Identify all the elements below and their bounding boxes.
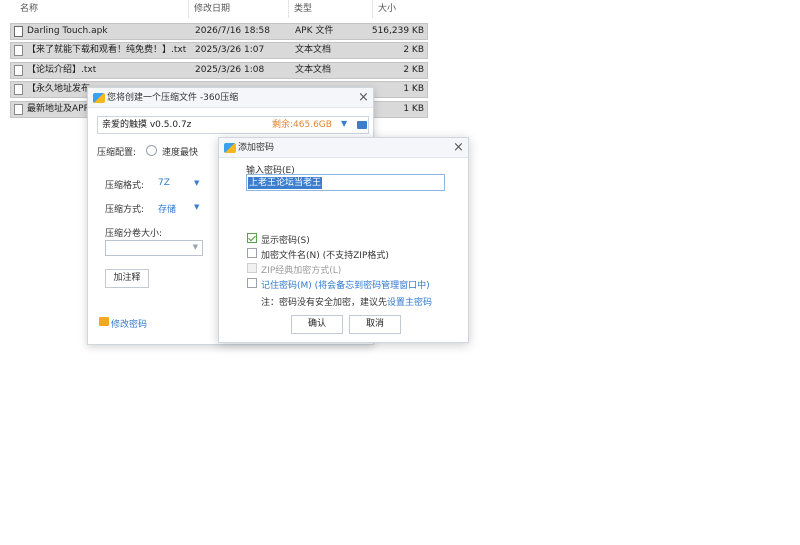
zip-classic-checkbox (247, 263, 257, 273)
cancel-button[interactable]: 取消 (349, 315, 401, 334)
config-label: 压缩配置: (97, 148, 137, 158)
column-separator (188, 0, 189, 18)
encrypt-filenames-checkbox[interactable] (247, 248, 257, 258)
file-type: 文本文档 (295, 65, 332, 75)
speed-fastest-label: 速度最快 (162, 148, 199, 158)
archive-filename: 亲爱的触摸 v0.5.0.7z (102, 120, 192, 130)
column-header-name[interactable]: 名称 (20, 0, 38, 18)
volume-size-select[interactable]: ▼ (105, 240, 203, 256)
remember-password-label: 记住密码(M) (将会备忘到密码管理窗口中) (261, 281, 430, 291)
free-space-label: 剩余:465.6GB (272, 120, 332, 130)
file-size: 2 KB (403, 65, 424, 75)
file-date: 2026/7/16 18:58 (195, 26, 270, 36)
file-name: 【来了就能下载和观看！纯免费！】.txt (27, 45, 187, 55)
sort-arrow-icon: ^ (98, 0, 105, 5)
add-password-dialog: 添加密码 × 输入密码(E) 上老王论坛当老王 显示密码(S) 加密文件名(N)… (218, 137, 469, 343)
file-icon (14, 45, 23, 56)
archive-path-field[interactable]: 亲爱的触摸 v0.5.0.7z 剩余:465.6GB ▼ (97, 116, 369, 134)
app-icon (93, 93, 105, 103)
column-separator (372, 0, 373, 18)
file-size: 1 KB (403, 104, 424, 114)
chevron-down-icon[interactable]: ▼ (341, 119, 347, 128)
file-icon (14, 65, 23, 76)
file-icon (14, 84, 23, 95)
add-password-title: 添加密码 (238, 143, 275, 153)
file-date: 2025/3/26 1:08 (195, 65, 265, 75)
folder-icon[interactable] (357, 121, 367, 129)
column-header-date[interactable]: 修改日期 (194, 0, 230, 18)
add-password-titlebar[interactable]: 添加密码 × (219, 138, 468, 158)
zip-classic-label: ZIP经典加密方式(L) (261, 266, 342, 276)
method-label: 压缩方式: (105, 205, 145, 215)
file-size: 1 KB (403, 84, 424, 94)
file-row[interactable]: 【来了就能下载和观看！纯免费！】.txt 2025/3/26 1:07 文本文档… (10, 42, 428, 59)
file-row[interactable]: 【论坛介绍】.txt 2025/3/26 1:08 文本文档 2 KB (10, 62, 428, 79)
column-header-size[interactable]: 大小 (378, 0, 396, 18)
close-icon[interactable]: × (358, 91, 369, 105)
app-icon (224, 143, 236, 153)
show-password-label: 显示密码(S) (261, 236, 310, 246)
chevron-down-icon[interactable]: ▼ (193, 243, 198, 251)
chevron-down-icon[interactable]: ▼ (194, 179, 199, 187)
set-master-password-link[interactable]: 设置主密码 (387, 298, 432, 308)
file-name: Darling Touch.apk (27, 26, 108, 36)
file-name: 【论坛介绍】.txt (27, 65, 97, 75)
compress-dialog-title: 您将创建一个压缩文件 -360压缩 (107, 93, 239, 103)
format-label: 压缩格式: (105, 181, 145, 191)
remember-password-checkbox[interactable] (247, 278, 257, 288)
password-value: 上老王论坛当老王 (248, 177, 323, 189)
compress-dialog-titlebar[interactable]: 您将创建一个压缩文件 -360压缩 × (88, 88, 373, 108)
password-input[interactable]: 上老王论坛当老王 (246, 174, 445, 191)
file-icon (14, 26, 23, 37)
security-note: 注：密码没有安全加密，建议先设置主密码 (261, 295, 432, 308)
file-type: 文本文档 (295, 45, 332, 55)
format-select[interactable]: 7Z (158, 178, 170, 188)
file-row[interactable]: Darling Touch.apk 2026/7/16 18:58 APK 文件… (10, 23, 428, 40)
file-date: 2025/3/26 1:07 (195, 45, 265, 55)
ok-button[interactable]: 确认 (291, 315, 343, 334)
volume-size-label: 压缩分卷大小: (105, 229, 163, 239)
method-select[interactable]: 存储 (158, 202, 176, 215)
file-type: APK 文件 (295, 26, 334, 36)
file-size: 2 KB (403, 45, 424, 55)
file-icon (14, 104, 23, 115)
add-comment-button[interactable]: 加注释 (105, 269, 149, 288)
security-note-text: 注：密码没有安全加密，建议先 (261, 298, 388, 308)
speed-fastest-radio[interactable] (146, 145, 157, 156)
lock-icon (99, 317, 109, 326)
column-separator (288, 0, 289, 18)
chevron-down-icon[interactable]: ▼ (194, 203, 199, 211)
close-icon[interactable]: × (453, 141, 464, 155)
encrypt-filenames-label: 加密文件名(N) (不支持ZIP格式) (261, 251, 389, 261)
change-password-link[interactable]: 修改密码 (111, 317, 147, 330)
show-password-checkbox[interactable] (247, 233, 257, 243)
column-header-type[interactable]: 类型 (294, 0, 312, 18)
file-size: 516,239 KB (371, 26, 424, 36)
